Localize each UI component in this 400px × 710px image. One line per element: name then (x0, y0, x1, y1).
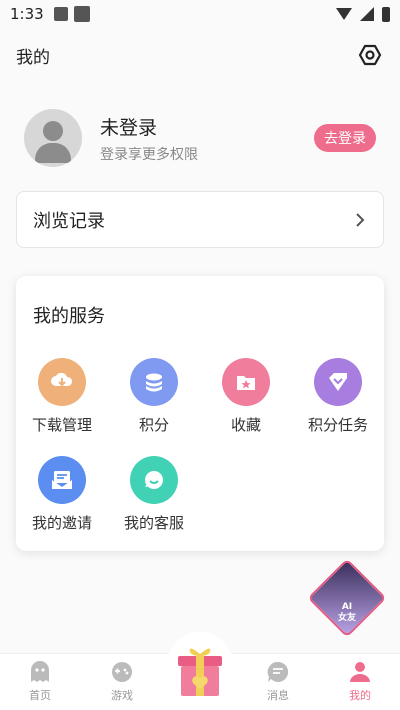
avatar-body (35, 143, 71, 163)
nav-home[interactable]: 首页 (10, 660, 70, 703)
tag-icon (314, 358, 362, 406)
invite-mail-icon (38, 456, 86, 504)
service-points[interactable]: 积分 (108, 358, 200, 435)
service-label: 我的邀请 (31, 514, 92, 532)
favorite-folder-icon (222, 358, 270, 406)
settings-button[interactable] (356, 41, 384, 69)
username: 未登录 (100, 116, 158, 139)
service-label: 下载管理 (31, 416, 92, 434)
nav-label: 游戏 (111, 689, 133, 702)
avatar[interactable] (24, 109, 82, 167)
download-icon (38, 358, 86, 406)
profile-section: 未登录 登录享更多权限 去登录 (24, 108, 376, 168)
page-title: 我的 (16, 47, 50, 68)
avatar-head (43, 121, 63, 141)
profile-text: 未登录 登录享更多权限 (100, 113, 198, 164)
nav-mine[interactable]: 我的 (330, 660, 390, 703)
service-favorites[interactable]: 收藏 (200, 358, 292, 435)
ai-badge-label: AI 女友 (337, 602, 356, 623)
nav-messages[interactable]: 消息 (248, 660, 308, 703)
gamepad-icon (112, 662, 132, 682)
image-notification-icon (53, 7, 68, 21)
status-time: 1:33 (10, 5, 44, 23)
browse-history-label: 浏览记录 (33, 210, 105, 232)
nav-label: 我的 (349, 689, 371, 702)
services-title: 我的服务 (33, 306, 105, 327)
battery-icon (382, 6, 390, 22)
person-icon (350, 662, 370, 682)
chat-icon (130, 456, 178, 504)
nav-gift-button[interactable] (167, 632, 233, 704)
status-bar: 1:33 (0, 0, 400, 28)
coins-icon (130, 358, 178, 406)
signal-icon (360, 7, 374, 21)
page-header: 我的 (0, 38, 400, 72)
nav-games[interactable]: 游戏 (92, 660, 152, 703)
app-notification-icon (73, 6, 90, 22)
settings-icon (358, 44, 382, 66)
gift-icon (178, 648, 222, 696)
service-label: 收藏 (230, 416, 261, 434)
wifi-icon (336, 8, 352, 20)
nav-label: 首页 (29, 689, 51, 702)
service-label: 积分任务 (307, 416, 368, 434)
ai-girlfriend-badge[interactable]: AI 女友 (307, 558, 387, 638)
service-point-tasks[interactable]: 积分任务 (292, 358, 384, 435)
login-hint: 登录享更多权限 (100, 146, 198, 163)
browse-history-row[interactable]: 浏览记录 (16, 191, 384, 248)
login-button[interactable]: 去登录 (314, 124, 376, 152)
service-invite[interactable]: 我的邀请 (16, 456, 108, 533)
service-label: 积分 (138, 416, 169, 434)
nav-label: 消息 (267, 689, 289, 702)
message-icon (267, 661, 289, 682)
ai-avatar-image (307, 558, 387, 638)
chevron-right-icon (356, 212, 365, 227)
service-customer-support[interactable]: 我的客服 (108, 456, 200, 533)
services-card: 我的服务 下载管理 积分 收藏 积分任务 我的邀请 我的客服 (16, 276, 384, 551)
service-download[interactable]: 下载管理 (16, 358, 108, 435)
ghost-icon (31, 661, 49, 682)
service-label: 我的客服 (123, 514, 184, 532)
